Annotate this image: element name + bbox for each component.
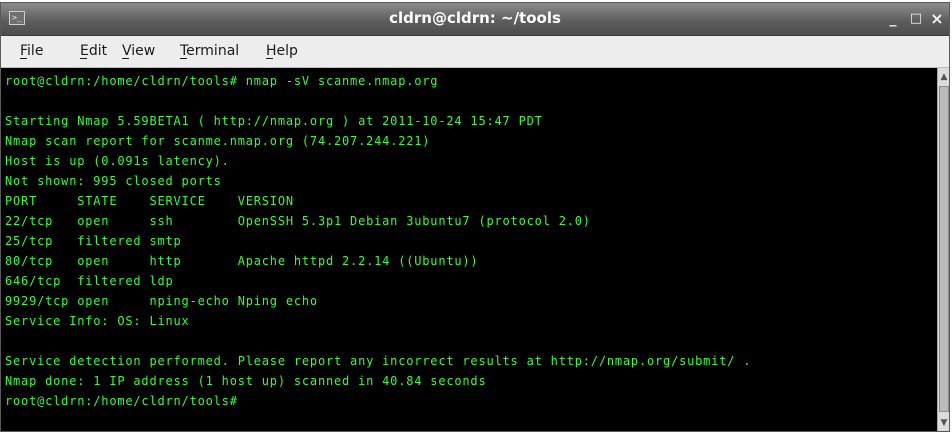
menu-edit[interactable]: Edit bbox=[80, 36, 107, 67]
mnemonic-underline bbox=[180, 58, 187, 59]
menu-bar: File Edit View Terminal Help bbox=[1, 36, 949, 68]
terminal-line: Host is up (0.091s latency). bbox=[5, 154, 230, 168]
terminal-line: 25/tcp filtered smtp bbox=[5, 234, 182, 248]
menu-terminal-label: Terminal bbox=[180, 43, 240, 59]
mnemonic-underline bbox=[80, 58, 87, 59]
scroll-down-icon[interactable]: ▼ bbox=[938, 416, 949, 430]
menu-file[interactable]: File bbox=[20, 36, 43, 67]
terminal-line: Not shown: 995 closed ports bbox=[5, 174, 222, 188]
terminal-line: Service detection performed. Please repo… bbox=[5, 354, 752, 368]
mnemonic-underline bbox=[122, 58, 129, 59]
menu-view[interactable]: View bbox=[122, 36, 155, 67]
scroll-thumb[interactable] bbox=[939, 86, 949, 412]
mnemonic-underline bbox=[266, 58, 273, 59]
terminal-line: Nmap scan report for scanme.nmap.org (74… bbox=[5, 134, 431, 148]
scroll-up-icon[interactable]: ▲ bbox=[938, 70, 949, 84]
menu-terminal[interactable]: Terminal bbox=[180, 36, 239, 67]
terminal-line: PORT STATE SERVICE VERSION bbox=[5, 194, 294, 208]
terminal-line: Starting Nmap 5.59BETA1 ( http://nmap.or… bbox=[5, 114, 543, 128]
menu-edit-label: Edit bbox=[80, 43, 108, 59]
menu-view-label: View bbox=[122, 43, 156, 59]
vertical-scrollbar[interactable]: ▲ ▼ bbox=[937, 68, 949, 431]
menu-file-label: File bbox=[20, 43, 44, 59]
menu-help-label: Help bbox=[266, 43, 298, 59]
menu-help[interactable]: Help bbox=[266, 36, 298, 67]
terminal-line: 9929/tcp open nping-echo Nping echo bbox=[5, 294, 318, 308]
title-bar[interactable]: >_ cldrn@cldrn: ~/tools _ □ × bbox=[1, 3, 949, 36]
terminal-output[interactable]: root@cldrn:/home/cldrn/tools# nmap -sV s… bbox=[1, 68, 937, 431]
terminal-line: 80/tcp open http Apache httpd 2.2.14 ((U… bbox=[5, 254, 479, 268]
terminal-line: root@cldrn:/home/cldrn/tools# bbox=[5, 394, 238, 408]
mnemonic-underline bbox=[20, 58, 27, 59]
window-title: cldrn@cldrn: ~/tools bbox=[389, 9, 561, 27]
terminal-window: >_ cldrn@cldrn: ~/tools _ □ × File Edit … bbox=[0, 2, 950, 432]
terminal-line: root@cldrn:/home/cldrn/tools# nmap -sV s… bbox=[5, 74, 439, 88]
terminal-line: Service Info: OS: Linux bbox=[5, 314, 190, 328]
maximize-icon[interactable]: □ bbox=[908, 11, 924, 27]
minimize-icon[interactable]: _ bbox=[885, 11, 901, 27]
terminal-line: 22/tcp open ssh OpenSSH 5.3p1 Debian 3ub… bbox=[5, 214, 591, 228]
terminal-line: 646/tcp filtered ldp bbox=[5, 274, 174, 288]
close-icon[interactable]: × bbox=[929, 11, 945, 27]
terminal-line: Nmap done: 1 IP address (1 host up) scan… bbox=[5, 374, 487, 388]
